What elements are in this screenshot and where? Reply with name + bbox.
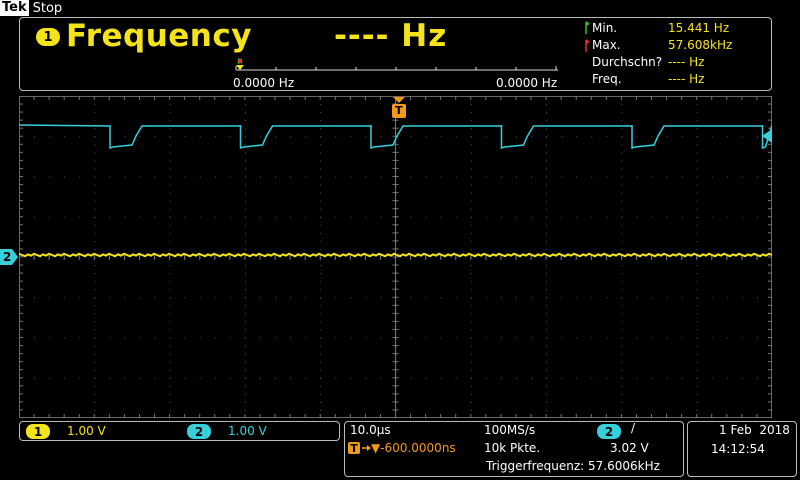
ch2-marker-label: 2 bbox=[3, 250, 12, 264]
stat-mean-value: ---- Hz bbox=[668, 55, 705, 69]
stat-freq-value: ---- Hz bbox=[668, 72, 705, 86]
measurement-title: Frequency bbox=[66, 18, 252, 54]
record-length: 10k Pkte. bbox=[484, 441, 541, 455]
time-display: 14:12:54 bbox=[711, 442, 765, 456]
range-left-label: 0.0000 Hz bbox=[233, 76, 295, 90]
trigger-source-badge: 2 bbox=[597, 424, 621, 439]
date-display: 1 Feb 2018 bbox=[719, 423, 790, 437]
stat-freq-label: Freq. bbox=[592, 72, 622, 86]
min-marker-icon bbox=[585, 21, 590, 34]
acquisition-state[interactable]: Stop bbox=[33, 1, 63, 16]
trigger-position-icon: T bbox=[348, 442, 360, 455]
measurement-channel-badge: 1 bbox=[36, 28, 60, 46]
trigger-frequency: Triggerfrequenz: 57.6006kHz bbox=[486, 459, 660, 473]
trigger-marker-label: T bbox=[395, 104, 403, 117]
horizontal-position: T ▼-600.0000ns bbox=[348, 441, 456, 455]
range-ruler bbox=[235, 58, 558, 71]
sample-rate: 100MS/s bbox=[484, 423, 536, 437]
ch2-badge[interactable]: 2 bbox=[187, 424, 211, 439]
stat-min-label: Min. bbox=[592, 21, 618, 35]
arrow-right-icon bbox=[362, 445, 371, 451]
measurement-value: ---- Hz bbox=[334, 18, 448, 54]
brand-bar: Tek Stop bbox=[0, 0, 62, 16]
horizontal-scale: 10.0µs bbox=[350, 423, 391, 437]
stat-mean-label: Durchschn? bbox=[592, 55, 663, 69]
max-marker-icon bbox=[585, 39, 590, 52]
waveform-graticule[interactable] bbox=[19, 96, 772, 418]
ch1-scale: 1.00 V bbox=[67, 424, 106, 438]
trigger-level-marker[interactable] bbox=[760, 129, 772, 143]
trigger-level: 3.02 V bbox=[610, 441, 649, 455]
stat-max-label: Max. bbox=[592, 38, 621, 52]
tek-logo: Tek bbox=[0, 0, 29, 16]
ch1-badge[interactable]: 1 bbox=[26, 424, 50, 439]
range-right-label: 0.0000 Hz bbox=[496, 76, 558, 90]
ch2-scale: 1.00 V bbox=[228, 424, 267, 438]
stat-max-value: 57.608kHz bbox=[668, 38, 733, 52]
trigger-slope-icon: / bbox=[631, 421, 636, 435]
horizontal-position-value: ▼-600.0000ns bbox=[371, 441, 456, 455]
stat-min-value: 15.441 Hz bbox=[668, 21, 730, 35]
